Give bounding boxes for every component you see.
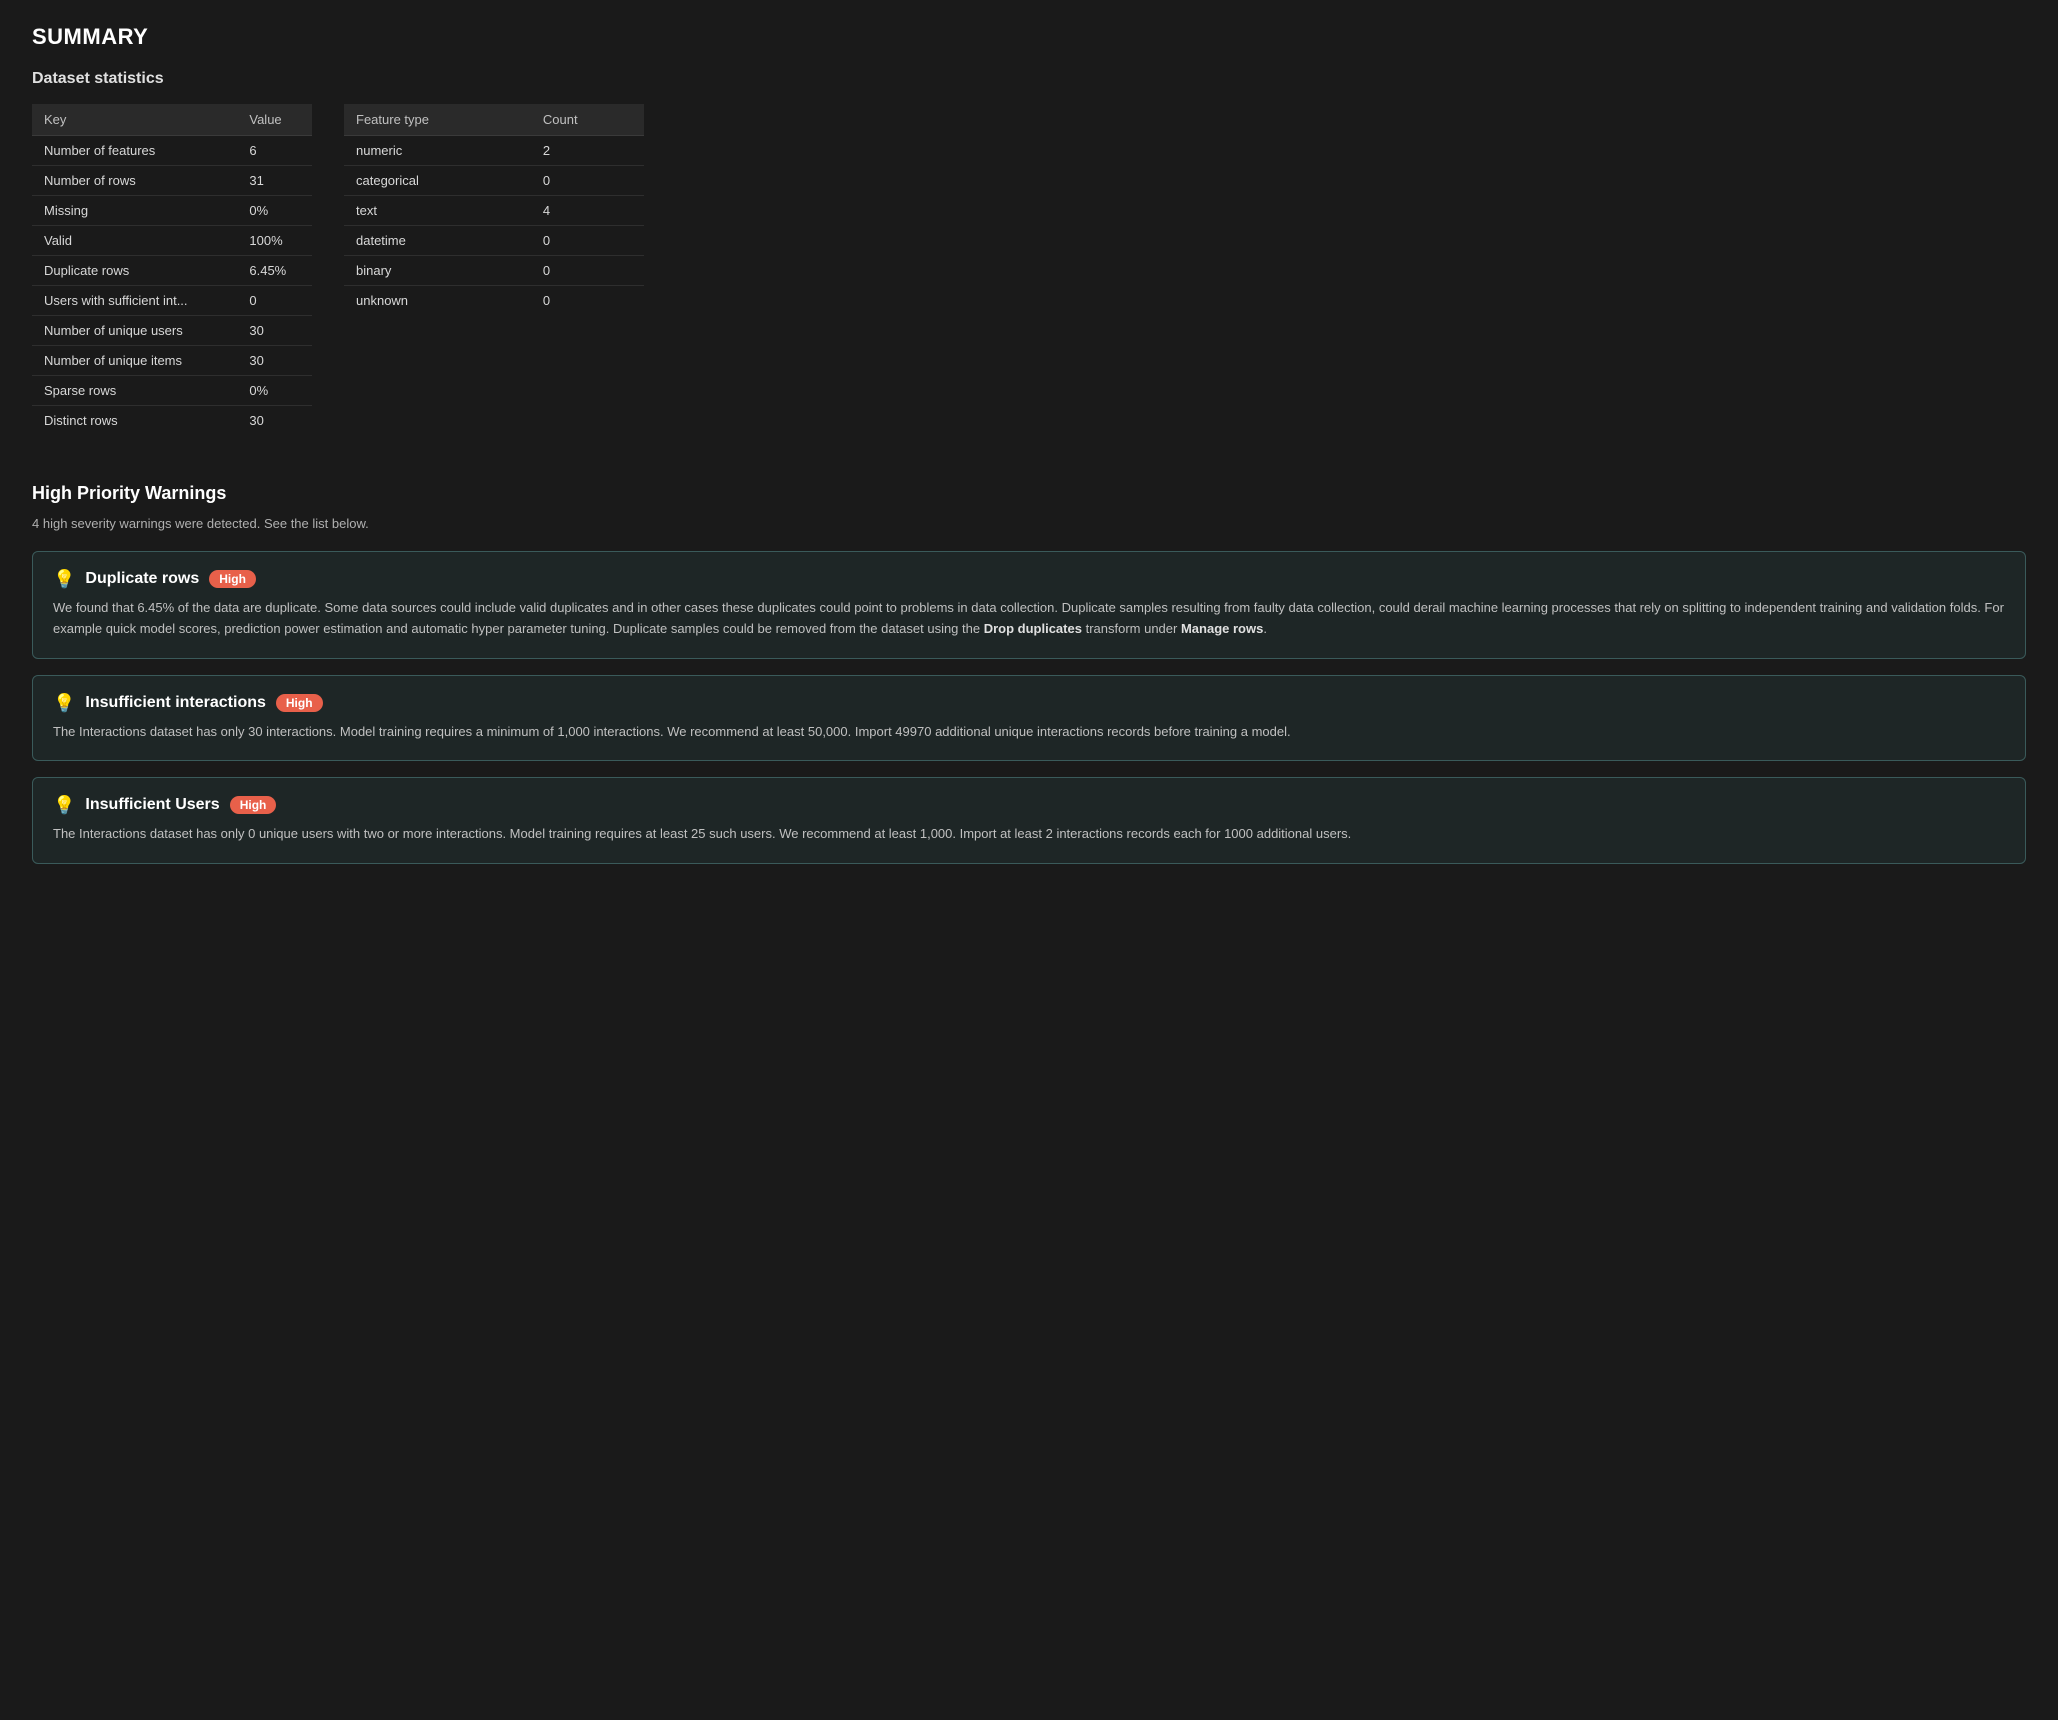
warning-body: We found that 6.45% of the data are dupl… (53, 598, 2005, 640)
stats-key-cell: Number of unique users (32, 316, 237, 346)
feature-count-cell: 4 (531, 196, 644, 226)
feature-type-cell: binary (344, 256, 531, 286)
table-row: datetime 0 (344, 226, 644, 256)
dataset-statistics-section: Dataset statistics Key Value Number of f… (32, 70, 2026, 435)
warning-title: Duplicate rows (85, 570, 199, 588)
stats-key-cell: Number of unique items (32, 346, 237, 376)
warning-card: 💡 Insufficient interactions High The Int… (32, 675, 2026, 762)
table-row: Duplicate rows 6.45% (32, 256, 312, 286)
stats-key-cell: Sparse rows (32, 376, 237, 406)
table-row: Missing 0% (32, 196, 312, 226)
warning-icon: 💡 (53, 694, 75, 712)
warnings-description: 4 high severity warnings were detected. … (32, 516, 2026, 531)
table-row: Sparse rows 0% (32, 376, 312, 406)
tables-row: Key Value Number of features 6 Number of… (32, 104, 2026, 435)
table-row: unknown 0 (344, 286, 644, 316)
stats-key-cell: Missing (32, 196, 237, 226)
warnings-heading: High Priority Warnings (32, 483, 2026, 504)
feature-count-cell: 0 (531, 256, 644, 286)
feature-count-cell: 0 (531, 286, 644, 316)
feature-count-cell: 2 (531, 136, 644, 166)
warning-icon: 💡 (53, 570, 75, 588)
table-row: categorical 0 (344, 166, 644, 196)
feature-col-count: Count (531, 104, 644, 136)
warning-body: The Interactions dataset has only 0 uniq… (53, 824, 2005, 845)
status-badge: High (209, 570, 256, 588)
warning-body: The Interactions dataset has only 30 int… (53, 722, 2005, 743)
warning-link-2[interactable]: Manage rows (1181, 621, 1263, 636)
warning-header: 💡 Insufficient Users High (53, 796, 2005, 814)
table-row: Number of unique items 30 (32, 346, 312, 376)
stats-value-cell: 30 (237, 346, 312, 376)
stats-value-cell: 6.45% (237, 256, 312, 286)
table-row: text 4 (344, 196, 644, 226)
stats-value-cell: 31 (237, 166, 312, 196)
stats-table: Key Value Number of features 6 Number of… (32, 104, 312, 435)
stats-key-cell: Distinct rows (32, 406, 237, 436)
feature-type-cell: text (344, 196, 531, 226)
feature-type-cell: numeric (344, 136, 531, 166)
warning-card: 💡 Duplicate rows High We found that 6.45… (32, 551, 2026, 659)
stats-col-key: Key (32, 104, 237, 136)
warning-title: Insufficient Users (85, 796, 219, 814)
dataset-statistics-heading: Dataset statistics (32, 70, 2026, 88)
feature-count-cell: 0 (531, 226, 644, 256)
stats-value-cell: 0 (237, 286, 312, 316)
table-row: Number of rows 31 (32, 166, 312, 196)
feature-table: Feature type Count numeric 2 categorical… (344, 104, 644, 315)
table-row: binary 0 (344, 256, 644, 286)
warning-header: 💡 Duplicate rows High (53, 570, 2005, 588)
feature-col-type: Feature type (344, 104, 531, 136)
stats-key-cell: Valid (32, 226, 237, 256)
stats-key-cell: Number of features (32, 136, 237, 166)
warning-header: 💡 Insufficient interactions High (53, 694, 2005, 712)
feature-type-cell: datetime (344, 226, 531, 256)
feature-type-cell: unknown (344, 286, 531, 316)
feature-count-cell: 0 (531, 166, 644, 196)
page-title: SUMMARY (32, 24, 2026, 50)
table-row: numeric 2 (344, 136, 644, 166)
table-row: Users with sufficient int... 0 (32, 286, 312, 316)
stats-value-cell: 6 (237, 136, 312, 166)
warning-title: Insufficient interactions (85, 694, 265, 712)
stats-key-cell: Duplicate rows (32, 256, 237, 286)
warning-card: 💡 Insufficient Users High The Interactio… (32, 777, 2026, 864)
table-row: Number of features 6 (32, 136, 312, 166)
stats-value-cell: 0% (237, 196, 312, 226)
status-badge: High (230, 796, 277, 814)
warning-link-1[interactable]: Drop duplicates (984, 621, 1082, 636)
warnings-list: 💡 Duplicate rows High We found that 6.45… (32, 551, 2026, 864)
stats-key-cell: Users with sufficient int... (32, 286, 237, 316)
warning-icon: 💡 (53, 796, 75, 814)
feature-type-cell: categorical (344, 166, 531, 196)
stats-key-cell: Number of rows (32, 166, 237, 196)
table-row: Valid 100% (32, 226, 312, 256)
status-badge: High (276, 694, 323, 712)
stats-value-cell: 0% (237, 376, 312, 406)
stats-col-value: Value (237, 104, 312, 136)
stats-value-cell: 30 (237, 316, 312, 346)
table-row: Number of unique users 30 (32, 316, 312, 346)
table-row: Distinct rows 30 (32, 406, 312, 436)
warnings-section: High Priority Warnings 4 high severity w… (32, 483, 2026, 864)
stats-value-cell: 30 (237, 406, 312, 436)
stats-value-cell: 100% (237, 226, 312, 256)
